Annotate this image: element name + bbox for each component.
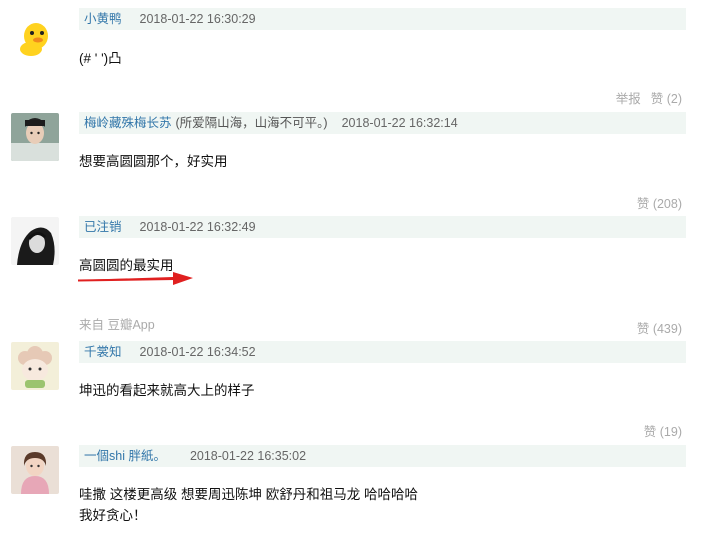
comment-actions: 赞 (19) [634, 421, 682, 440]
comment-meta: 梅岭藏殊梅长苏 (所爱隔山海，山海不可平。) 2018-01-22 16:32:14 [79, 112, 686, 134]
like-button[interactable]: 赞 (208) [637, 197, 682, 211]
yellow-duck-avatar-icon [11, 12, 59, 60]
avatar[interactable] [11, 217, 59, 265]
comment-meta: 已注销 2018-01-22 16:32:49 [79, 216, 686, 238]
comment-line: (# ' ')凸 [79, 51, 122, 66]
sheep-cartoon-avatar-icon [11, 342, 59, 390]
author-signature: (所爱隔山海，山海不可平。) [175, 116, 328, 130]
portrait-bw-avatar-icon [11, 217, 59, 265]
comment-time: 2018-01-22 16:34:52 [139, 345, 256, 359]
author-link[interactable]: 一個shi 胖紙。 [79, 449, 166, 463]
avatar[interactable] [11, 113, 59, 161]
author-link[interactable]: 小黄鸭 [79, 12, 122, 26]
comment-source: 来自 豆瓣App [79, 318, 155, 332]
like-button[interactable]: 赞 (2) [651, 92, 682, 106]
comment-content: 想要高圆圆那个，好实用 [79, 151, 228, 172]
comment-content: 哇撒 这楼更高级 想要周迅陈坤 欧舒丹和祖马龙 哈哈哈哈 我好贪心！ [79, 484, 418, 526]
man-in-costume-avatar-icon [11, 113, 59, 161]
comment-time: 2018-01-22 16:32:49 [139, 220, 256, 234]
comment-content: 坤迅的看起来就高大上的样子 [79, 380, 255, 401]
comment-meta: 小黄鸭 2018-01-22 16:30:29 [79, 8, 686, 30]
avatar[interactable] [11, 342, 59, 390]
comment-content: (# ' ')凸 [79, 48, 122, 69]
comment-line: 坤迅的看起来就高大上的样子 [79, 383, 255, 398]
author-link[interactable]: 已注销 [79, 220, 122, 234]
author-link[interactable]: 千裳知 [79, 345, 122, 359]
comment-line: 哇撒 这楼更高级 想要周迅陈坤 欧舒丹和祖马龙 哈哈哈哈 [79, 487, 419, 502]
comment-actions: 举报赞 (2) [606, 88, 682, 107]
girl-photo-avatar-icon [11, 446, 59, 494]
comment-line: 我好贪心！ [79, 508, 147, 523]
author-link[interactable]: 梅岭藏殊梅长苏 [79, 116, 172, 130]
comment-actions: 赞 (439) [627, 318, 682, 337]
red-arrow-icon [77, 272, 193, 285]
comment-time: 2018-01-22 16:32:14 [341, 116, 458, 130]
like-button[interactable]: 赞 (439) [637, 322, 682, 336]
like-button[interactable]: 赞 (19) [644, 425, 682, 439]
comment-actions: 赞 (208) [627, 193, 682, 212]
report-link[interactable]: 举报 [616, 92, 641, 106]
comment-line: 想要高圆圆那个，好实用 [79, 154, 228, 169]
comment-meta: 千裳知 2018-01-22 16:34:52 [79, 341, 686, 363]
comment-time: 2018-01-22 16:35:02 [189, 449, 307, 463]
comment-meta: 一個shi 胖紙。 2018-01-22 16:35:02 [79, 445, 686, 467]
avatar[interactable] [11, 12, 59, 60]
comment-time: 2018-01-22 16:30:29 [139, 12, 256, 26]
avatar[interactable] [11, 446, 59, 494]
